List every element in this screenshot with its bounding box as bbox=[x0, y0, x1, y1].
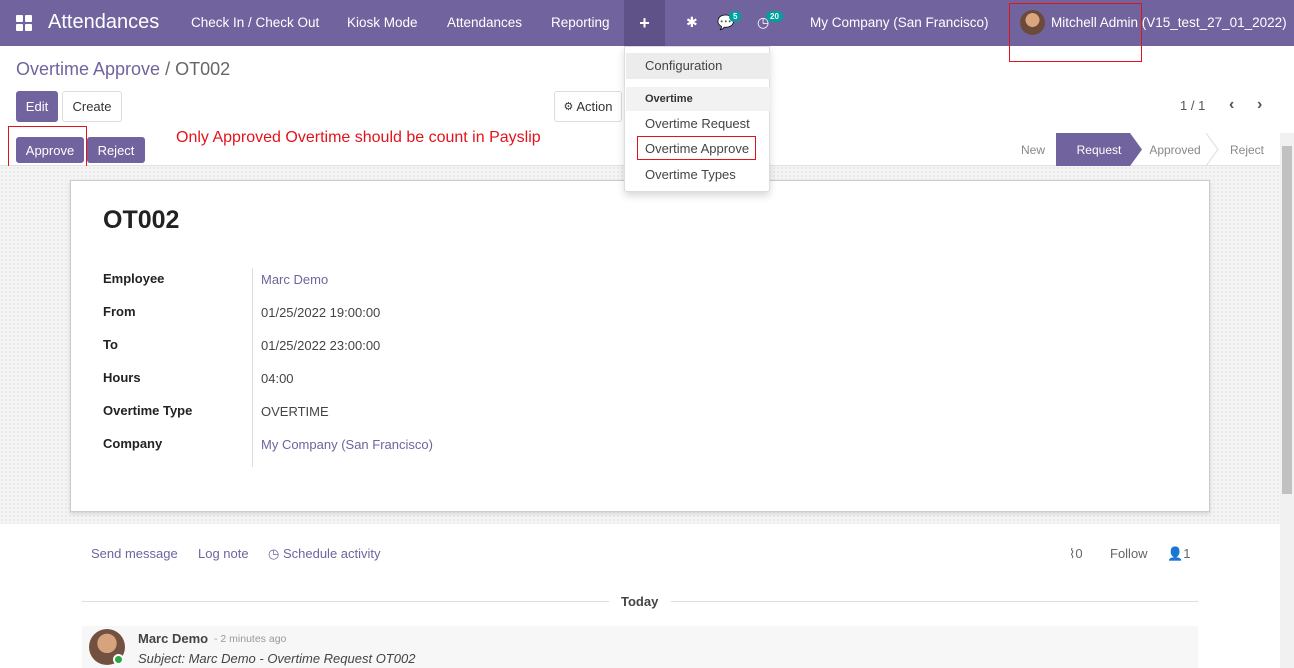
attachments-count: 0 bbox=[1075, 546, 1083, 561]
breadcrumb: Overtime Approve / OT002 bbox=[16, 59, 230, 80]
label-company: Company bbox=[103, 436, 163, 451]
followers-button[interactable]: 👤1 bbox=[1167, 546, 1190, 562]
chevron-left-icon[interactable]: ‹ bbox=[1229, 96, 1234, 114]
action-button[interactable]: ⚙ Action bbox=[554, 91, 622, 122]
breadcrumb-separator: / bbox=[160, 59, 176, 79]
plus-dropdown-menu: Configuration Overtime Overtime Request … bbox=[624, 46, 770, 192]
message-subject: Subject: Marc Demo - Overtime Request OT… bbox=[138, 651, 416, 666]
stage-new[interactable]: New bbox=[1010, 133, 1056, 166]
create-button[interactable]: Create bbox=[62, 91, 122, 122]
menu-reporting[interactable]: Reporting bbox=[551, 15, 610, 30]
send-message-button[interactable]: Send message bbox=[91, 546, 178, 561]
value-to: 01/25/2022 23:00:00 bbox=[261, 338, 381, 353]
today-label: Today bbox=[621, 594, 659, 609]
label-overtime-type: Overtime Type bbox=[103, 403, 193, 418]
company-switcher[interactable]: My Company (San Francisco) bbox=[810, 15, 989, 30]
form-sheet bbox=[70, 180, 1210, 512]
today-divider-left bbox=[82, 601, 609, 602]
edit-button[interactable]: Edit bbox=[16, 91, 58, 122]
dropdown-overtime-request[interactable]: Overtime Request bbox=[645, 116, 750, 131]
online-status-icon bbox=[113, 654, 124, 665]
menu-attendances[interactable]: Attendances bbox=[447, 15, 522, 30]
annotation-text: Only Approved Overtime should be count i… bbox=[176, 129, 541, 146]
field-separator bbox=[252, 268, 253, 467]
breadcrumb-current: OT002 bbox=[175, 59, 231, 79]
value-overtime-type: OVERTIME bbox=[261, 404, 329, 419]
chevron-right-icon[interactable]: › bbox=[1257, 96, 1262, 114]
dropdown-configuration[interactable]: Configuration bbox=[645, 58, 722, 73]
annotation-box-overtime-approve bbox=[637, 136, 756, 160]
value-from: 01/25/2022 19:00:00 bbox=[261, 305, 381, 320]
breadcrumb-parent[interactable]: Overtime Approve bbox=[16, 59, 160, 79]
stage-approved[interactable]: Approved bbox=[1146, 133, 1204, 166]
label-employee: Employee bbox=[103, 271, 165, 286]
pager-value[interactable]: 1 / 1 bbox=[1180, 98, 1205, 113]
stage-request[interactable]: Request bbox=[1066, 133, 1132, 166]
value-company[interactable]: My Company (San Francisco) bbox=[261, 437, 433, 452]
activities-badge: 20 bbox=[766, 11, 783, 22]
value-hours: 04:00 bbox=[261, 371, 294, 386]
dropdown-overtime-header: Overtime bbox=[645, 93, 693, 105]
stage-divider-icon bbox=[1206, 133, 1219, 166]
message-time: - 2 minutes ago bbox=[214, 633, 287, 645]
today-divider-right bbox=[671, 601, 1198, 602]
log-note-button[interactable]: Log note bbox=[198, 546, 249, 561]
schedule-activity-button[interactable]: ◷ Schedule activity bbox=[268, 546, 381, 562]
action-label: Action bbox=[576, 99, 613, 114]
plus-menu-button[interactable]: + bbox=[624, 0, 665, 46]
gear-icon: ⚙ bbox=[563, 101, 574, 113]
label-to: To bbox=[103, 337, 118, 352]
app-title[interactable]: Attendances bbox=[48, 11, 159, 34]
menu-check-in-out[interactable]: Check In / Check Out bbox=[191, 15, 319, 30]
messages-badge: 5 bbox=[729, 11, 742, 22]
schedule-activity-label: Schedule activity bbox=[282, 546, 381, 561]
dropdown-overtime-types[interactable]: Overtime Types bbox=[645, 167, 736, 182]
clock-icon: ◷ bbox=[268, 546, 280, 561]
app-grid-icon[interactable] bbox=[16, 15, 32, 31]
menu-kiosk-mode[interactable]: Kiosk Mode bbox=[347, 15, 418, 30]
record-name: OT002 bbox=[103, 206, 180, 234]
value-employee[interactable]: Marc Demo bbox=[261, 272, 328, 287]
annotation-box-user bbox=[1009, 3, 1142, 62]
label-hours: Hours bbox=[103, 370, 141, 385]
follow-button[interactable]: Follow bbox=[1110, 546, 1148, 561]
attachments-button[interactable]: ⌇0 bbox=[1069, 546, 1083, 562]
user-icon: 👤 bbox=[1167, 546, 1184, 561]
reject-button[interactable]: Reject bbox=[87, 137, 145, 163]
label-from: From bbox=[103, 304, 136, 319]
scrollbar-thumb[interactable] bbox=[1282, 146, 1292, 494]
followers-count: 1 bbox=[1183, 546, 1191, 561]
message-author[interactable]: Marc Demo bbox=[138, 631, 208, 646]
bug-icon[interactable]: ✱ bbox=[686, 14, 698, 31]
stage-reject[interactable]: Reject bbox=[1224, 133, 1270, 166]
